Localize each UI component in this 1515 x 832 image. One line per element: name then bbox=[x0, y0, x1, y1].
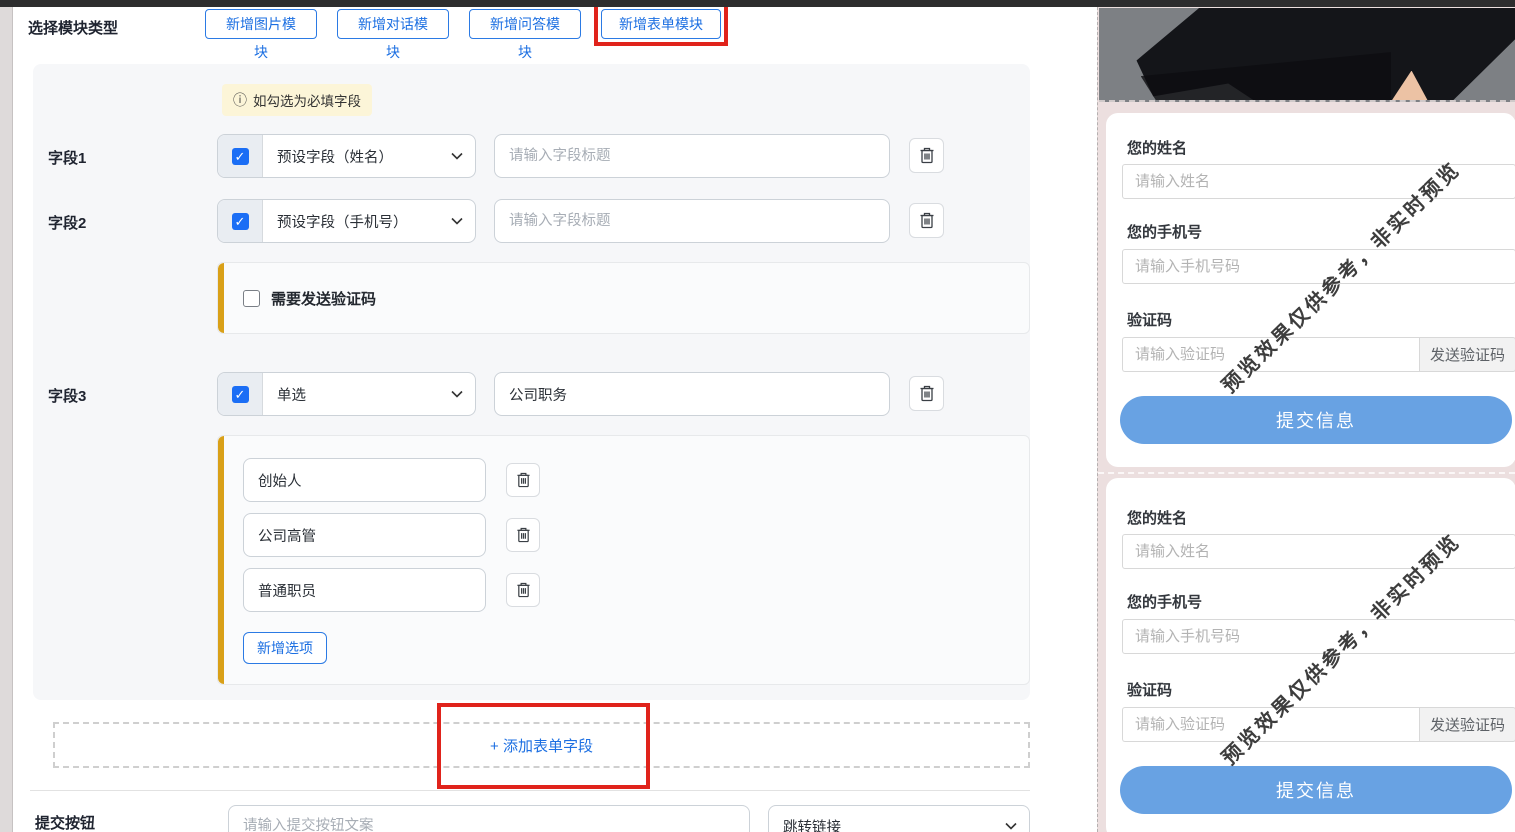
preview-code-row: 发送验证码 bbox=[1122, 707, 1515, 742]
info-icon: ⓘ bbox=[233, 92, 247, 108]
field3-title-input[interactable] bbox=[494, 372, 890, 416]
field3-required-checkbox-wrap: ✓ bbox=[218, 373, 263, 415]
window-top-bar bbox=[0, 0, 1515, 7]
preview-code-row: 发送验证码 bbox=[1122, 337, 1515, 372]
trash-icon bbox=[516, 582, 530, 598]
trash-icon bbox=[920, 147, 933, 164]
field2-title-input[interactable] bbox=[494, 199, 890, 243]
option-input-3[interactable] bbox=[243, 568, 486, 612]
add-image-module-button[interactable]: 新增图片模块 bbox=[205, 9, 317, 60]
jump-link-select[interactable]: 跳转链接 bbox=[768, 805, 1030, 832]
field3-required-checkbox[interactable]: ✓ bbox=[231, 385, 249, 403]
field2-options-panel: 需要发送验证码 bbox=[217, 262, 1030, 334]
field1-delete-button[interactable] bbox=[909, 138, 944, 173]
field3-delete-button[interactable] bbox=[909, 376, 944, 411]
preview-phone-label: 您的手机号 bbox=[1127, 224, 1203, 241]
panel-accent-bar bbox=[218, 263, 224, 333]
option-input-1[interactable] bbox=[243, 458, 486, 502]
send-code-button[interactable]: 发送验证码 bbox=[1419, 337, 1515, 372]
send-code-checkbox[interactable] bbox=[243, 290, 260, 307]
field2-required-checkbox[interactable]: ✓ bbox=[231, 212, 249, 230]
field3-type-value: 单选 bbox=[277, 387, 306, 404]
preview-name-label: 您的姓名 bbox=[1127, 510, 1188, 527]
required-field-notice: ⓘ 如勾选为必填字段 bbox=[222, 84, 372, 116]
form-module-editor-page: 选择模块类型 新增图片模块 新增对话模块 新增问答模块 新增表单模块 ⓘ 如勾选… bbox=[0, 0, 1515, 832]
module-type-label: 选择模块类型 bbox=[28, 20, 119, 37]
preview-phone-input[interactable] bbox=[1122, 619, 1515, 654]
field1-required-checkbox-wrap: ✓ bbox=[218, 135, 263, 177]
trash-icon bbox=[920, 212, 933, 229]
preview-image-module bbox=[1099, 8, 1515, 102]
option2-delete-button[interactable] bbox=[506, 518, 540, 552]
preview-name-label: 您的姓名 bbox=[1127, 140, 1188, 157]
chevron-down-icon bbox=[451, 390, 463, 398]
send-code-checkbox-label: 需要发送验证码 bbox=[271, 291, 377, 308]
field3-label: 字段3 bbox=[48, 388, 87, 405]
panel-accent-bar bbox=[218, 436, 224, 684]
jump-link-value: 跳转链接 bbox=[783, 819, 841, 832]
preview-code-label: 验证码 bbox=[1127, 312, 1173, 329]
submit-button-row-label: 提交按钮 bbox=[35, 815, 96, 832]
field1-type-select[interactable]: ✓ 预设字段（姓名） bbox=[217, 134, 476, 178]
preview-code-label: 验证码 bbox=[1127, 682, 1173, 699]
trash-icon bbox=[920, 385, 933, 402]
trash-icon bbox=[516, 472, 530, 488]
preview-form-card-2: 您的姓名 您的手机号 验证码 发送验证码 提交信息 预览效果仅供参考，非实时预览 bbox=[1106, 478, 1515, 832]
preview-code-input[interactable] bbox=[1122, 707, 1419, 742]
field1-label: 字段1 bbox=[48, 150, 87, 167]
notice-text: 如勾选为必填字段 bbox=[253, 94, 361, 109]
field1-title-input[interactable] bbox=[494, 134, 890, 178]
field2-required-checkbox-wrap: ✓ bbox=[218, 200, 263, 242]
add-form-field-label: + 添加表单字段 bbox=[490, 737, 593, 755]
field2-delete-button[interactable] bbox=[909, 203, 944, 238]
option1-delete-button[interactable] bbox=[506, 463, 540, 497]
add-dialog-module-button[interactable]: 新增对话模块 bbox=[337, 9, 449, 60]
submit-button-text-input[interactable] bbox=[228, 805, 750, 832]
chevron-down-icon bbox=[451, 152, 463, 160]
field3-options-panel: 新增选项 bbox=[217, 435, 1030, 685]
field2-label: 字段2 bbox=[48, 215, 87, 232]
option3-delete-button[interactable] bbox=[506, 573, 540, 607]
field2-type-select[interactable]: ✓ 预设字段（手机号） bbox=[217, 199, 476, 243]
preview-name-input[interactable] bbox=[1122, 164, 1515, 199]
preview-phone-input[interactable] bbox=[1122, 249, 1515, 284]
add-form-field-button[interactable]: + 添加表单字段 bbox=[53, 722, 1030, 768]
add-qa-module-button[interactable]: 新增问答模块 bbox=[469, 9, 581, 60]
trash-icon bbox=[516, 527, 530, 543]
add-option-button[interactable]: 新增选项 bbox=[243, 632, 327, 664]
chevron-down-icon bbox=[1005, 822, 1017, 830]
field3-type-select[interactable]: ✓ 单选 bbox=[217, 372, 476, 416]
field1-required-checkbox[interactable]: ✓ bbox=[231, 147, 249, 165]
preview-submit-button[interactable]: 提交信息 bbox=[1120, 766, 1512, 814]
field1-type-value: 预设字段（姓名） bbox=[277, 149, 393, 166]
preview-code-input[interactable] bbox=[1122, 337, 1419, 372]
option-input-2[interactable] bbox=[243, 513, 486, 557]
chevron-down-icon bbox=[451, 217, 463, 225]
module-separator-dashed bbox=[1098, 472, 1515, 474]
preview-phone-label: 您的手机号 bbox=[1127, 594, 1203, 611]
form-builder-card: ⓘ 如勾选为必填字段 字段1 ✓ 预设字段（姓名） 字段2 ✓ 预设字段（手机号… bbox=[33, 64, 1030, 700]
preview-submit-button[interactable]: 提交信息 bbox=[1120, 396, 1512, 444]
preview-form-card-1: 您的姓名 您的手机号 验证码 发送验证码 提交信息 预览效果仅供参考，非实时预览 bbox=[1106, 113, 1515, 467]
left-gutter bbox=[0, 7, 13, 832]
preview-name-input[interactable] bbox=[1122, 534, 1515, 569]
add-form-module-button[interactable]: 新增表单模块 bbox=[601, 9, 721, 39]
section-divider bbox=[30, 790, 1030, 791]
field2-type-value: 预设字段（手机号） bbox=[277, 214, 408, 231]
send-code-button[interactable]: 发送验证码 bbox=[1419, 707, 1515, 742]
preview-panel: 您的姓名 您的手机号 验证码 发送验证码 提交信息 预览效果仅供参考，非实时预览… bbox=[1097, 7, 1515, 832]
